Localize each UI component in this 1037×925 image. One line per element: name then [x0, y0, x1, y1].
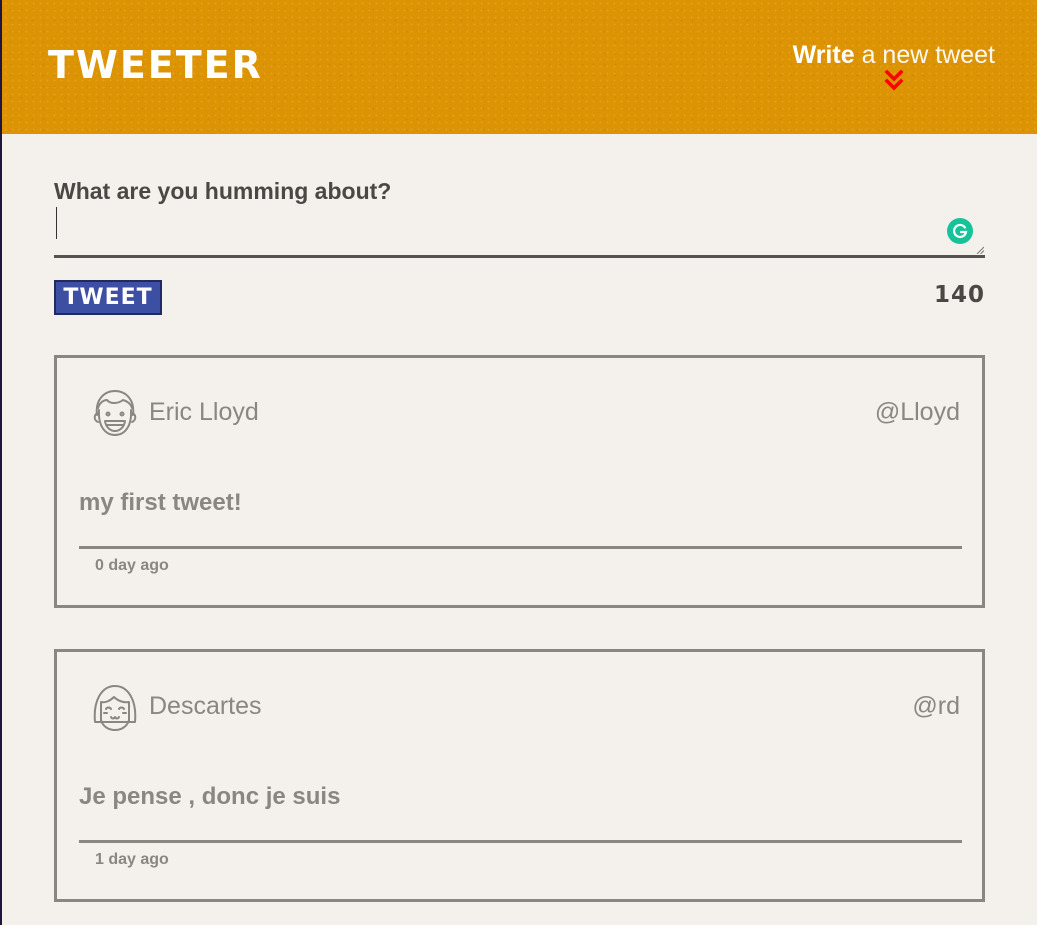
write-label-strong: Write: [792, 41, 855, 69]
tweet-text: Je pense , donc je suis: [79, 783, 341, 810]
boy-face-avatar-icon: [93, 390, 137, 436]
site-logo: TWEETER: [48, 43, 263, 87]
tweet-timestamp: 0 day ago: [95, 557, 169, 574]
tweet-divider: [79, 546, 962, 549]
site-header: TWEETER Write a new tweet: [2, 0, 1037, 134]
tweet-author-handle: @Lloyd: [874, 398, 960, 426]
write-new-tweet-label[interactable]: Write a new tweet: [793, 40, 995, 70]
girl-face-avatar-icon: [93, 685, 137, 731]
tweet-divider: [79, 840, 962, 843]
tweet-submit-button[interactable]: TWEET: [54, 280, 162, 315]
write-label-light: a new tweet: [861, 41, 995, 69]
tweet-author-name: Descartes: [149, 692, 262, 720]
tweet-author-handle: @rd: [912, 692, 960, 720]
character-counter: 140: [933, 282, 985, 308]
write-new-tweet-toggle[interactable]: Write a new tweet: [793, 40, 995, 92]
tweet-card: Descartes @rd Je pense , donc je suis 1 …: [54, 649, 985, 902]
grammarly-icon[interactable]: [947, 218, 973, 244]
tweet-text: my first tweet!: [79, 489, 242, 516]
compose-label: What are you humming about?: [54, 178, 392, 204]
tweet-author-name: Eric Lloyd: [149, 398, 259, 426]
window-left-edge: [0, 0, 2, 925]
tweet-timestamp: 1 day ago: [95, 851, 169, 868]
resize-handle-icon[interactable]: [976, 246, 984, 254]
text-caret: [56, 207, 57, 239]
tweet-text-input[interactable]: [54, 208, 985, 258]
tweet-card: Eric Lloyd @Lloyd my first tweet! 0 day …: [54, 355, 985, 608]
double-chevron-down-icon[interactable]: [884, 70, 904, 92]
new-tweet-form: What are you humming about?: [54, 174, 985, 258]
